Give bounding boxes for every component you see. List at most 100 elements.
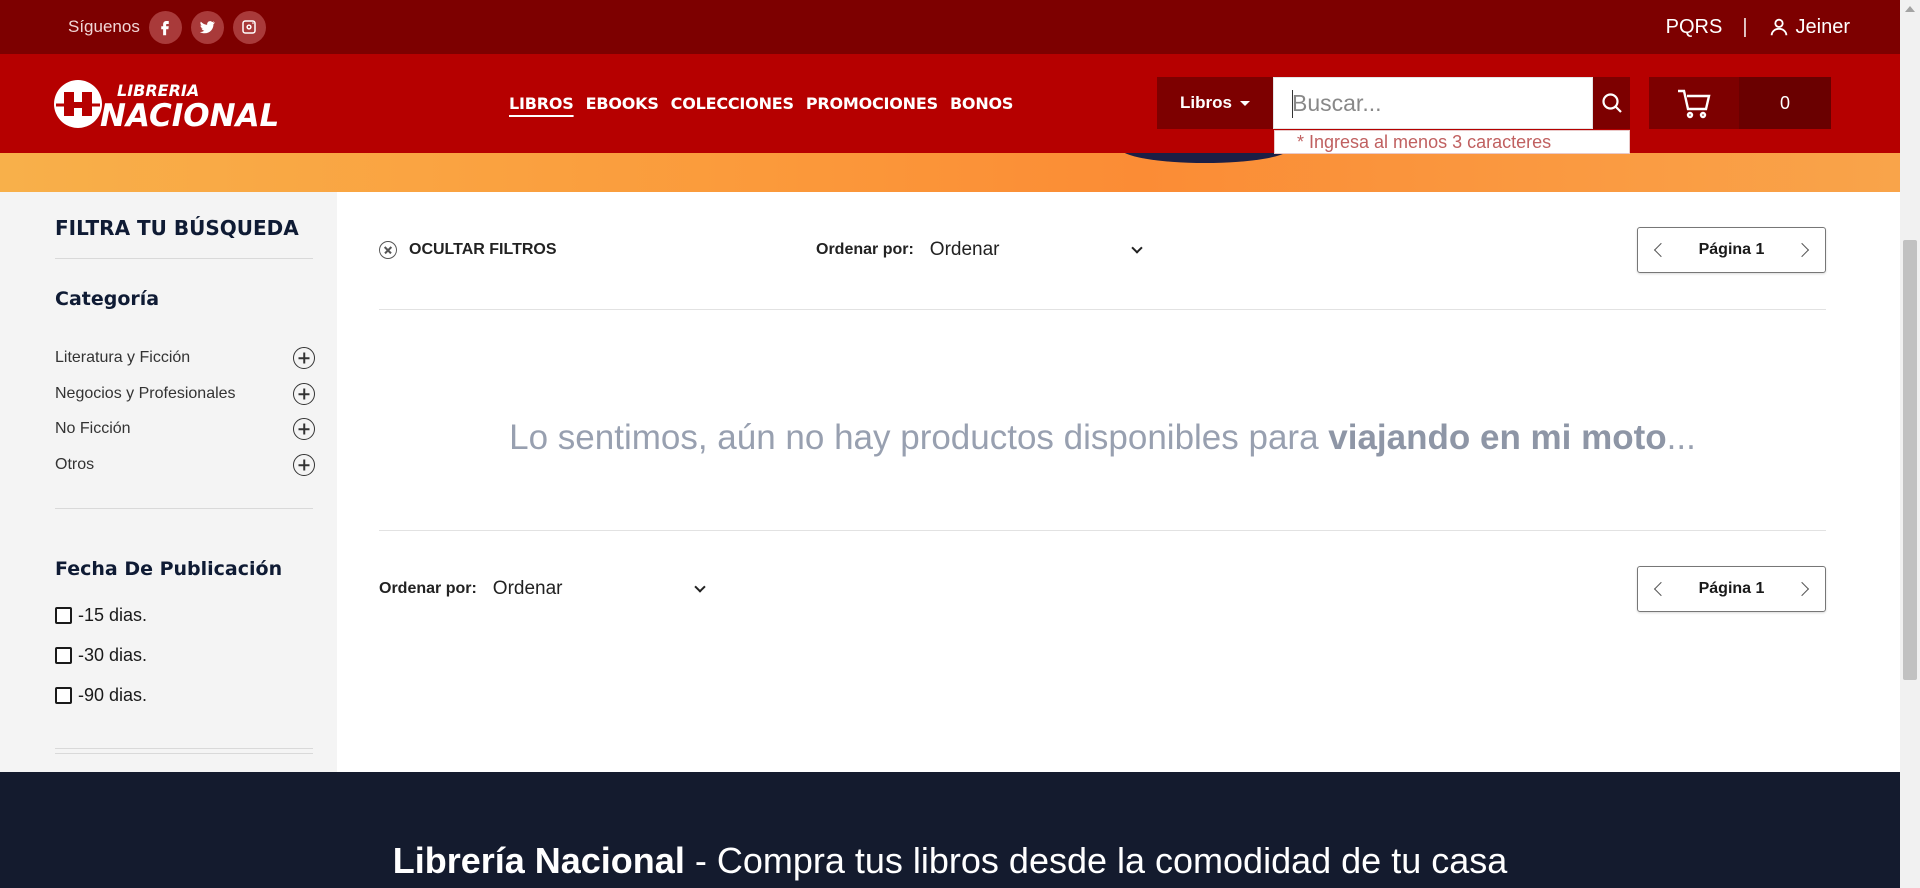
banner-image: [1120, 153, 1290, 163]
expand-plus-icon[interactable]: [293, 418, 315, 440]
checkbox[interactable]: [55, 607, 72, 624]
divider: [379, 309, 1826, 310]
expand-plus-icon[interactable]: [293, 454, 315, 476]
category-label: Otros: [55, 456, 95, 473]
nav-colecciones[interactable]: COLECCIONES: [671, 94, 794, 113]
page-indicator: Página 1: [1698, 580, 1765, 597]
cart-count: 0: [1739, 77, 1831, 129]
top-bar: Síguenos PQRS | Jeiner: [0, 0, 1900, 54]
page-scrollbar[interactable]: [1900, 0, 1920, 888]
scroll-up-arrow-icon[interactable]: [1905, 6, 1915, 12]
cart-button[interactable]: 0: [1649, 77, 1831, 129]
date-filter-option[interactable]: -90 dias.: [55, 685, 147, 706]
twitter-icon[interactable]: [190, 10, 224, 44]
pagination: Página 1: [1637, 566, 1826, 612]
sort-select[interactable]: Ordenar: [493, 578, 708, 600]
expand-plus-icon[interactable]: [293, 383, 315, 405]
category-item[interactable]: Literatura y Ficción: [55, 347, 315, 369]
separator: |: [1742, 15, 1748, 38]
category-label: Literatura y Ficción: [55, 349, 191, 366]
divider: [55, 258, 313, 259]
empty-results-message: Lo sentimos, aún no hay productos dispon…: [379, 418, 1826, 458]
date-filter-option[interactable]: -30 dias.: [55, 645, 147, 666]
date-option-label: -90 dias.: [78, 685, 148, 705]
category-label: Negocios y Profesionales: [55, 385, 236, 402]
caret-down-icon: [1239, 100, 1250, 106]
text-cursor: [1292, 90, 1293, 118]
user-account-link[interactable]: Jeiner: [1768, 16, 1850, 39]
date-filter-option[interactable]: -15 dias.: [55, 605, 147, 626]
expand-plus-icon[interactable]: [293, 347, 315, 369]
sort-label: Ordenar por:: [379, 580, 477, 597]
empty-prefix: Lo sentimos, aún no hay productos dispon…: [509, 418, 1329, 457]
hide-filters-button[interactable]: OCULTAR FILTROS: [379, 227, 557, 273]
footer-brand: Librería Nacional: [392, 840, 685, 881]
nav-ebooks[interactable]: EBOOKS: [586, 94, 659, 113]
date-option-label: -15 dias.: [78, 605, 148, 625]
empty-suffix: ...: [1666, 418, 1696, 457]
main-header: LIBRERIA NACIONAL LIBROS EBOOKS COLECCIO…: [0, 54, 1900, 154]
follow-label: Síguenos: [68, 17, 140, 36]
filter-sidebar: FILTRA TU BÚSQUEDA Categoría Literatura …: [0, 192, 337, 772]
search-category-dropdown[interactable]: Libros: [1157, 77, 1273, 129]
search-button[interactable]: [1593, 77, 1630, 129]
footer-tagline-text: - Compra tus libros desde la comodidad d…: [684, 840, 1508, 881]
cart-icon: [1678, 89, 1711, 119]
prev-page-icon[interactable]: [1653, 581, 1669, 597]
libreria-nacional-logo[interactable]: LIBRERIA NACIONAL: [50, 78, 302, 130]
sort-value: Ordenar: [492, 578, 563, 599]
checkbox[interactable]: [55, 687, 72, 704]
cart-icon-box: [1649, 77, 1739, 129]
results-toolbar-bottom: Ordenar por: Ordenar Página 1: [379, 566, 1826, 612]
category-label: No Ficción: [55, 420, 131, 437]
prev-page-icon[interactable]: [1653, 242, 1669, 258]
footer-tagline: Librería Nacional - Compra tus libros de…: [0, 840, 1900, 882]
category-item[interactable]: Negocios y Profesionales: [55, 383, 315, 405]
page-indicator: Página 1: [1698, 241, 1765, 258]
nav-libros[interactable]: LIBROS: [509, 94, 574, 113]
logo-text-bottom: NACIONAL: [100, 98, 279, 130]
divider: [55, 508, 313, 509]
sort-label: Ordenar por:: [816, 241, 914, 258]
close-circle-icon: [379, 241, 397, 259]
scroll-thumb[interactable]: [1903, 240, 1917, 680]
search-placeholder: Buscar...: [1292, 89, 1382, 116]
pagination: Página 1: [1637, 227, 1826, 273]
main-nav: LIBROS EBOOKS COLECCIONES PROMOCIONES BO…: [509, 94, 1013, 113]
nav-bonos[interactable]: BONOS: [950, 94, 1014, 113]
category-item[interactable]: No Ficción: [55, 418, 315, 440]
divider: [379, 530, 1826, 531]
empty-query: viajando en mi moto: [1328, 418, 1667, 457]
divider: [55, 748, 313, 749]
chevron-down-icon: [694, 580, 706, 593]
facebook-icon[interactable]: [148, 10, 182, 44]
sort-select[interactable]: Ordenar: [930, 239, 1145, 261]
user-name: Jeiner: [1795, 15, 1850, 38]
user-icon: [1770, 18, 1787, 36]
date-heading: Fecha De Publicación: [55, 558, 283, 580]
checkbox[interactable]: [55, 647, 72, 664]
nav-promociones[interactable]: PROMOCIONES: [806, 94, 938, 113]
chevron-down-icon: [1131, 241, 1143, 254]
results-toolbar-top: OCULTAR FILTROS Ordenar por: Ordenar Pág…: [379, 227, 1826, 273]
search-input[interactable]: Buscar...: [1273, 77, 1593, 129]
sort-control: Ordenar por: Ordenar: [379, 566, 708, 612]
search-category-label: Libros: [1180, 93, 1232, 112]
sort-control: Ordenar por: Ordenar: [816, 227, 1145, 273]
sort-value: Ordenar: [929, 239, 1000, 260]
hide-filters-label: OCULTAR FILTROS: [409, 241, 557, 258]
top-right-links: PQRS | Jeiner: [1666, 0, 1850, 54]
date-option-label: -30 dias.: [78, 645, 148, 665]
next-page-icon[interactable]: [1794, 581, 1810, 597]
pqrs-link[interactable]: PQRS: [1666, 16, 1723, 39]
instagram-icon[interactable]: [232, 10, 266, 44]
category-heading: Categoría: [55, 288, 160, 310]
category-item[interactable]: Otros: [55, 454, 315, 476]
social-follow: Síguenos: [68, 0, 266, 54]
next-page-icon[interactable]: [1794, 242, 1810, 258]
search-icon: [1601, 93, 1622, 113]
hero-banner: [0, 153, 1900, 192]
divider: [55, 753, 313, 754]
filter-title: FILTRA TU BÚSQUEDA: [55, 216, 299, 240]
search-hint: * Ingresa al menos 3 caracteres: [1274, 130, 1630, 154]
